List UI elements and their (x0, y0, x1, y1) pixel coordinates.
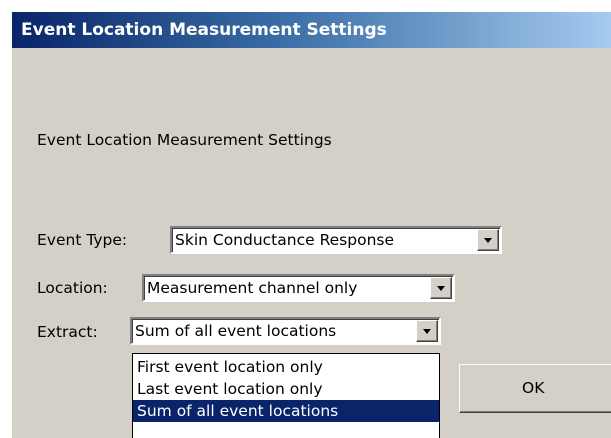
window-title: Event Location Measurement Settings (12, 12, 611, 48)
extract-select[interactable]: Sum of all event locations (130, 317, 441, 345)
extract-option-first[interactable]: First event location only (133, 356, 439, 378)
settings-dialog: Event Location Measurement Settings Even… (11, 11, 611, 438)
ok-button[interactable]: OK (459, 364, 611, 413)
event-type-select[interactable]: Skin Conductance Response (170, 226, 502, 254)
location-value: Measurement channel only (147, 279, 358, 297)
extract-dropdown-button[interactable] (416, 320, 438, 342)
extract-option-last[interactable]: Last event location only (133, 378, 439, 400)
event-type-label: Event Type: (37, 231, 128, 249)
location-select[interactable]: Measurement channel only (142, 274, 455, 302)
location-label: Location: (37, 279, 108, 297)
chevron-down-icon (437, 286, 445, 291)
extract-dropdown-list: First event location only Last event loc… (132, 353, 440, 438)
location-dropdown-button[interactable] (430, 277, 452, 299)
event-type-dropdown-button[interactable] (477, 229, 499, 251)
chevron-down-icon (484, 238, 492, 243)
extract-option-sum[interactable]: Sum of all event locations (133, 400, 439, 422)
extract-label: Extract: (37, 323, 98, 341)
dialog-heading: Event Location Measurement Settings (37, 131, 332, 149)
chevron-down-icon (423, 329, 431, 334)
extract-value: Sum of all event locations (135, 322, 337, 340)
event-type-value: Skin Conductance Response (175, 231, 395, 249)
